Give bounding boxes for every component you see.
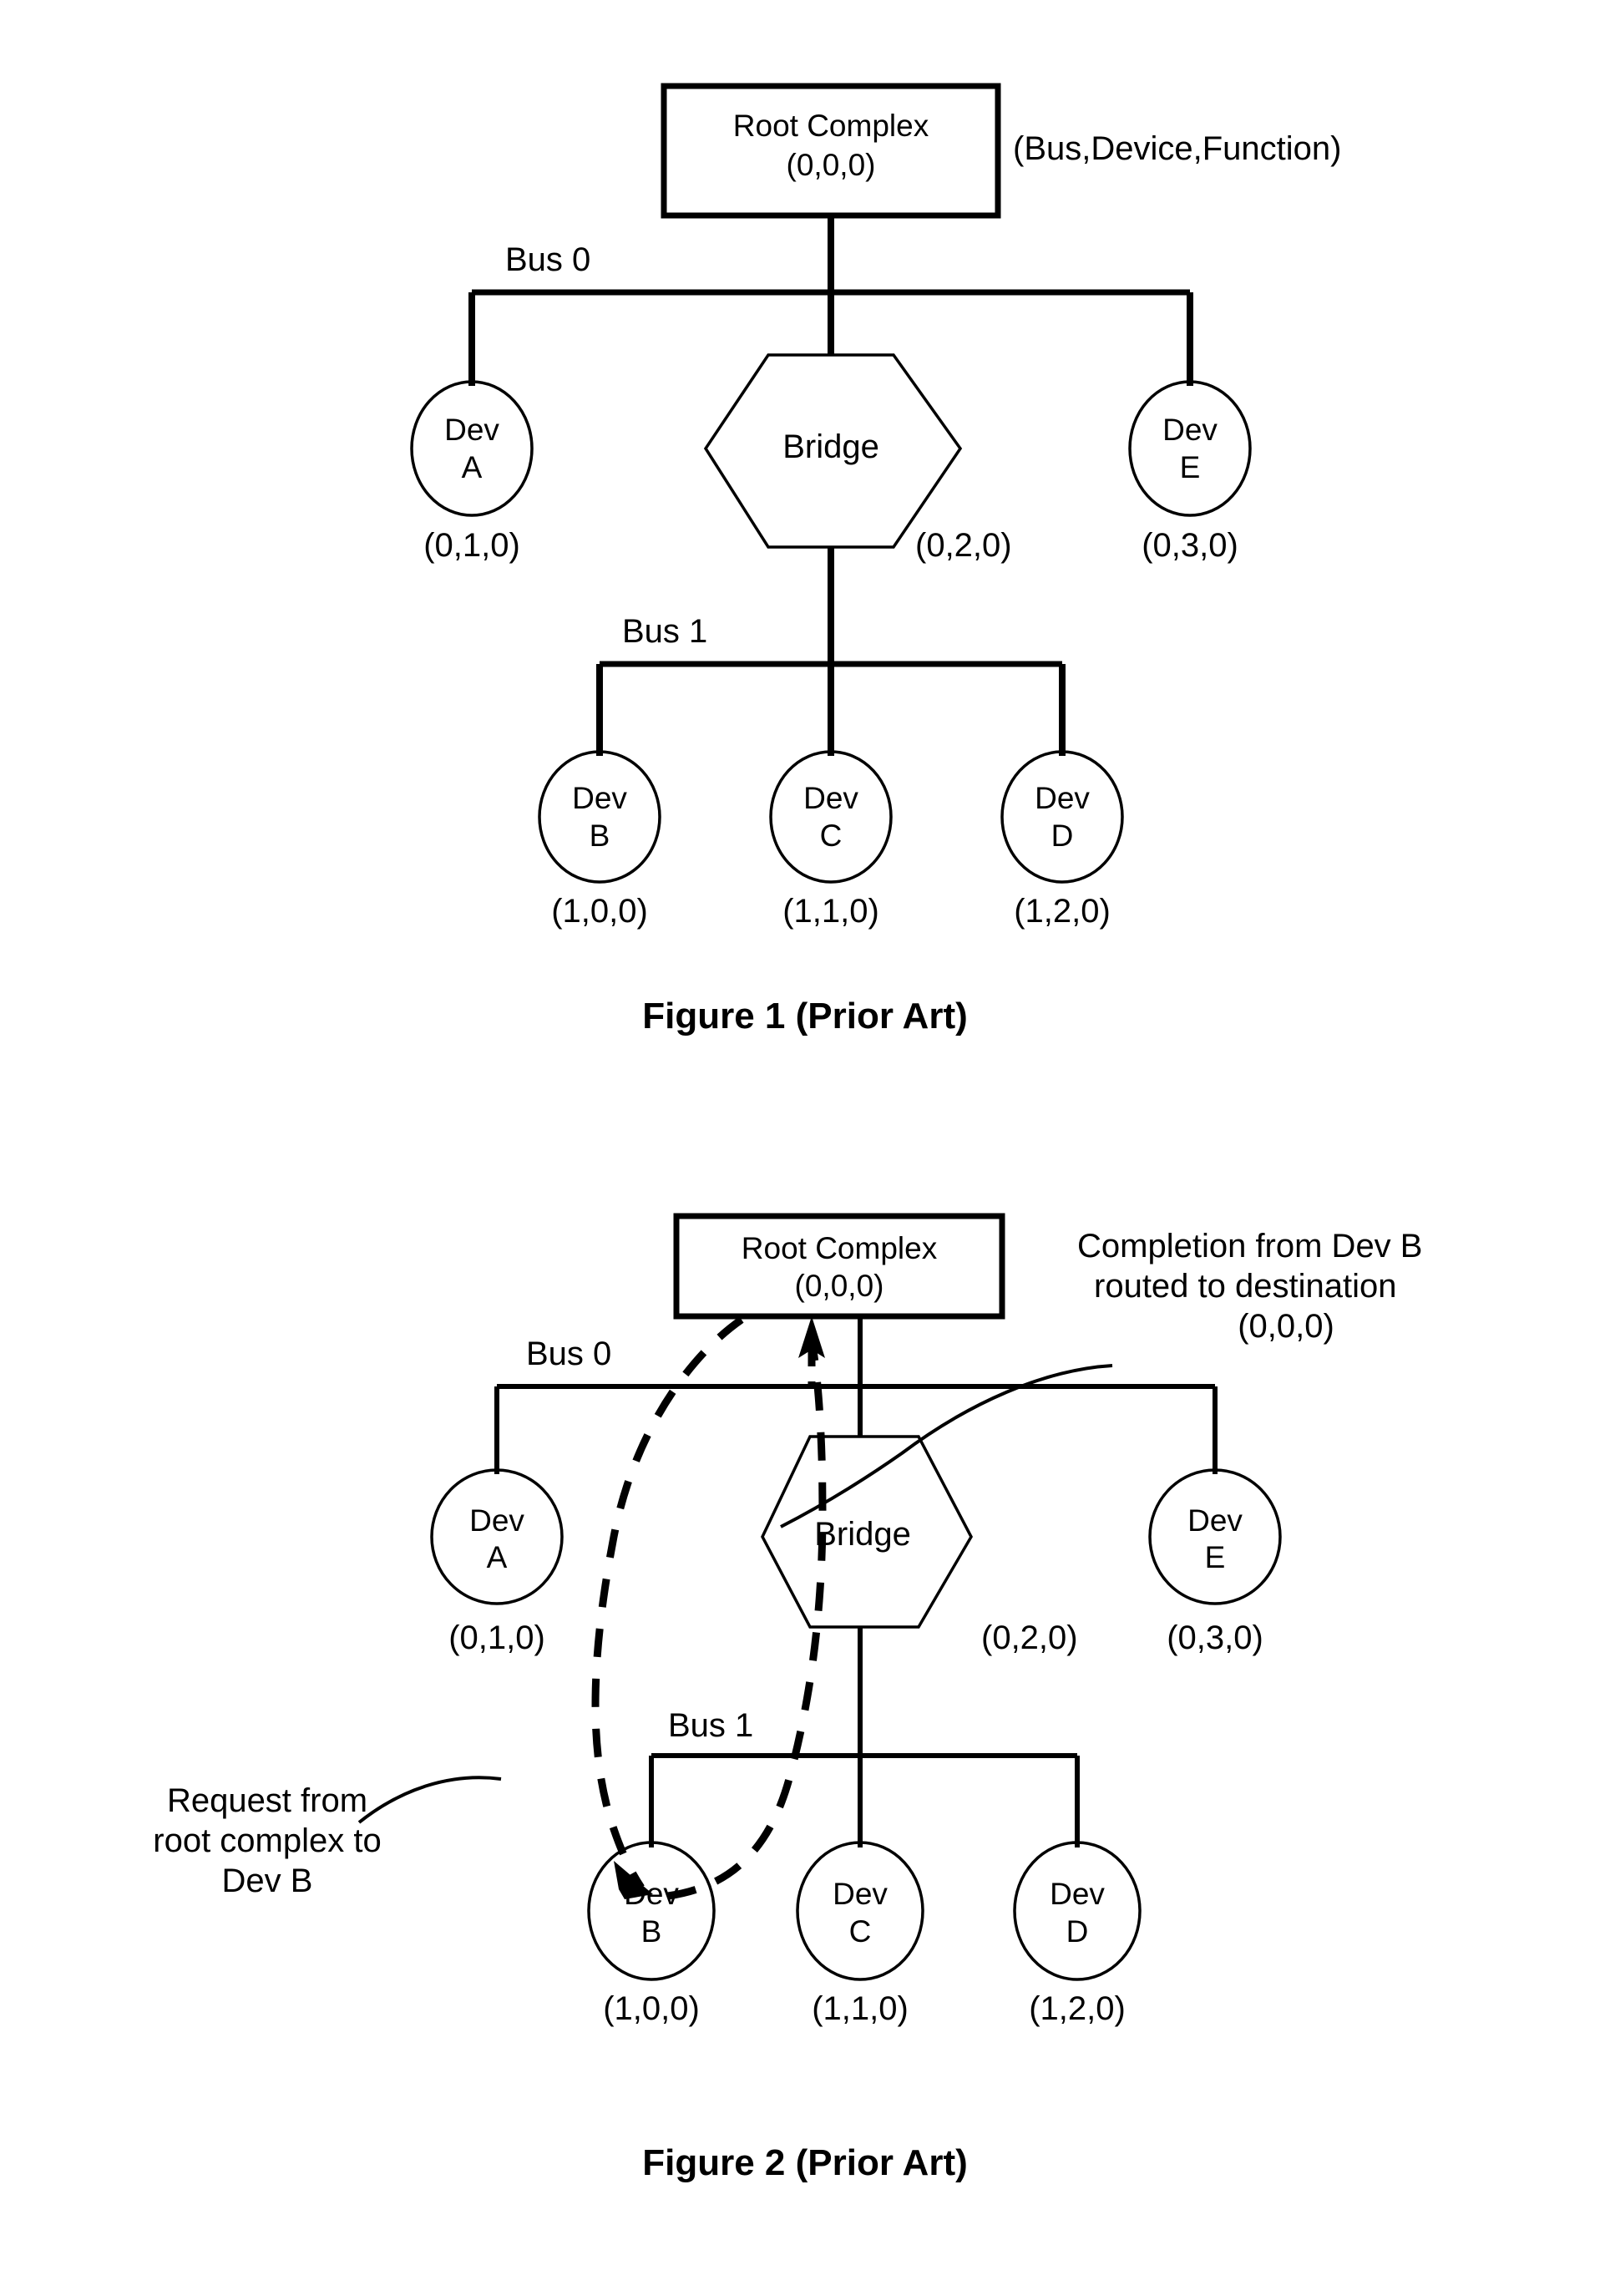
request-annotation-line-2: root complex to — [153, 1822, 382, 1859]
dev-c-id: C — [819, 819, 843, 853]
dev-e-id: E — [1179, 450, 1201, 484]
dev-b-id: B — [589, 819, 610, 853]
root-complex-label: Root Complex — [732, 109, 929, 143]
dev-d-name: Dev — [1035, 781, 1090, 815]
bridge-address: (0,2,0) — [915, 527, 1012, 564]
dev-c-id: C — [848, 1914, 872, 1949]
figure-2-caption: Figure 2 (Prior Art) — [642, 2142, 968, 2183]
completion-annotation-line-3: (0,0,0) — [1238, 1308, 1334, 1345]
bus0-label: Bus 0 — [505, 241, 591, 278]
dev-d-id: D — [1051, 819, 1074, 853]
bridge-label: Bridge — [814, 1516, 911, 1553]
dev-c-address: (1,1,0) — [782, 893, 879, 930]
dev-e-address: (0,3,0) — [1167, 1619, 1263, 1656]
dev-c-name: Dev — [833, 1877, 888, 1911]
dev-e-name: Dev — [1187, 1503, 1243, 1538]
root-complex-label: Root Complex — [741, 1231, 938, 1265]
bus1-label: Bus 1 — [668, 1707, 754, 1744]
dev-a-name: Dev — [469, 1503, 524, 1538]
dev-e-name: Dev — [1162, 413, 1218, 447]
dev-c-name: Dev — [803, 781, 858, 815]
figure-2: Root Complex (0,0,0) Completion from Dev… — [0, 1161, 1610, 2296]
dev-e-id: E — [1204, 1540, 1226, 1574]
dev-b-name: Dev — [572, 781, 627, 815]
dev-a-id: A — [486, 1540, 508, 1574]
dev-c-address: (1,1,0) — [812, 1990, 909, 2027]
root-complex-address: (0,0,0) — [786, 148, 876, 182]
root-complex-address: (0,0,0) — [794, 1269, 884, 1303]
request-dashed-path — [591, 1316, 744, 1890]
dev-b-name: Dev — [624, 1877, 679, 1911]
bus1-label: Bus 1 — [622, 613, 708, 650]
bus0-label: Bus 0 — [526, 1336, 612, 1372]
dev-a-name: Dev — [444, 413, 499, 447]
patent-figure-page: Root Complex (0,0,0) (Bus,Device,Functio… — [0, 0, 1610, 2296]
completion-leader-line — [780, 1364, 1113, 1528]
bridge-address: (0,2,0) — [981, 1619, 1078, 1656]
dev-a-id: A — [461, 450, 483, 484]
figure-1: Root Complex (0,0,0) (Bus,Device,Functio… — [0, 0, 1610, 1077]
dev-b-id: B — [640, 1914, 662, 1949]
dev-b-address: (1,0,0) — [551, 893, 648, 930]
dev-e-address: (0,3,0) — [1142, 527, 1238, 564]
request-annotation-line-1: Request from — [166, 1782, 368, 1819]
dev-a-address: (0,1,0) — [423, 527, 520, 564]
dev-d-address: (1,2,0) — [1014, 893, 1111, 930]
dev-b-address: (1,0,0) — [603, 1990, 700, 2027]
completion-annotation-line-2: routed to destination — [1094, 1268, 1397, 1305]
dev-d-id: D — [1066, 1914, 1089, 1949]
bridge-label: Bridge — [782, 428, 879, 465]
figure-1-caption: Figure 1 (Prior Art) — [642, 996, 968, 1036]
dev-a-address: (0,1,0) — [448, 1619, 545, 1656]
completion-dashed-path — [667, 1340, 827, 1900]
bdf-legend-note: (Bus,Device,Function) — [1013, 130, 1342, 167]
completion-annotation-line-1: Completion from Dev B — [1077, 1228, 1423, 1265]
dev-d-name: Dev — [1050, 1877, 1105, 1911]
request-annotation-line-3: Dev B — [221, 1863, 313, 1899]
dev-d-address: (1,2,0) — [1029, 1990, 1126, 2027]
